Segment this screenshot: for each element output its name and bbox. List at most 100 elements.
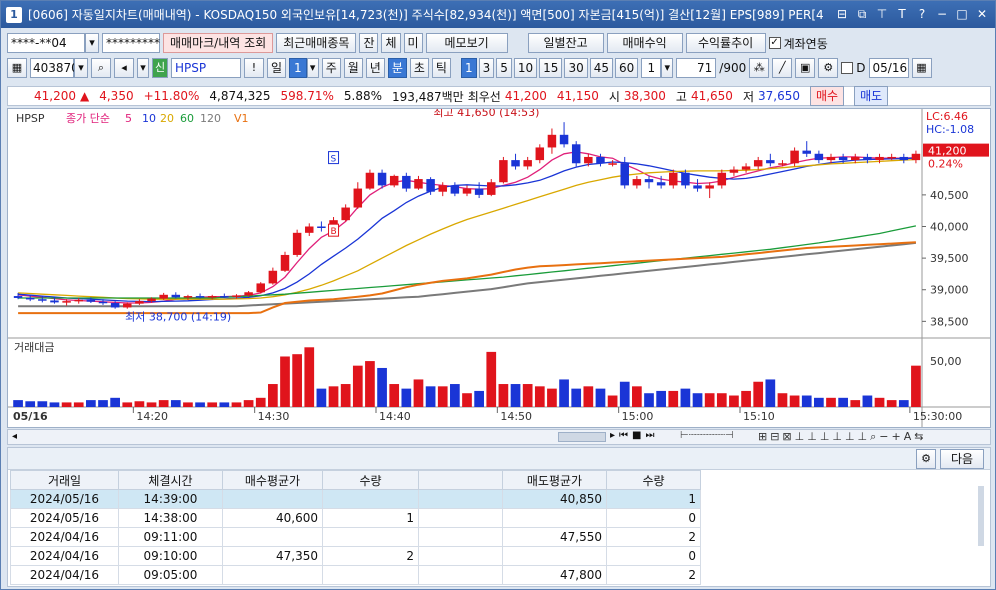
- playback-controls[interactable]: ▸⏮■⏭: [610, 430, 658, 441]
- table-row[interactable]: 2024/04/16 09:10:00 47,350 2 0: [10, 546, 701, 566]
- chart-scrollbar-row[interactable]: ◂ ▸⏮■⏭ ⊢┈┈┈┈┈┈⊣ ⊞⊟⊠⊥⊥⊥⊥⊥⊥⌕−+A⇆: [7, 429, 991, 445]
- memo-button[interactable]: 메모보기: [425, 33, 508, 53]
- title-bar[interactable]: 1 [0606] 자동일지차트(매매내역) - KOSDAQ150 외국인보유[…: [1, 1, 995, 28]
- date-checkbox[interactable]: [841, 62, 854, 74]
- indicator-icon[interactable]: ⁂: [749, 58, 770, 78]
- table-cell: 47,800: [502, 565, 607, 585]
- return-trend-button[interactable]: 수익률추이: [685, 33, 766, 53]
- candle-body: [632, 179, 642, 186]
- maximize-icon[interactable]: □: [953, 5, 971, 23]
- candle-body: [741, 166, 751, 170]
- volume-bar: [328, 386, 339, 407]
- chart-type-icon[interactable]: ▦: [7, 58, 27, 78]
- period-day-button[interactable]: 일: [267, 58, 287, 78]
- sound-icon[interactable]: ◂: [114, 58, 134, 78]
- candle-body: [608, 163, 617, 165]
- candle-body: [499, 160, 508, 183]
- trade-profit-button[interactable]: 매매수익: [606, 33, 683, 53]
- zoom-slider[interactable]: ⊢┈┈┈┈┈┈⊣: [680, 430, 734, 441]
- col-header-5: 매도평균가: [502, 470, 607, 490]
- candle-body: [559, 134, 569, 145]
- table-cell: 09:10:00: [118, 546, 223, 566]
- table-row[interactable]: 2024/05/16 14:38:00 40,600 1 0: [10, 508, 701, 528]
- price-change: 4,350: [99, 89, 134, 103]
- code-dropdown-icon[interactable]: ▾: [74, 58, 88, 78]
- trade-mark-view-button[interactable]: 매매마크/내역 조회: [163, 33, 274, 53]
- pin-icon[interactable]: ⊤: [873, 5, 891, 23]
- table-cell: 2: [322, 546, 419, 566]
- draw-tools[interactable]: ⊞⊟⊠⊥⊥⊥⊥⊥⊥⌕−+A⇆: [758, 430, 926, 444]
- scroll-thumb[interactable]: [558, 432, 606, 442]
- balance-button[interactable]: 잔: [359, 33, 379, 53]
- unexecuted-button[interactable]: 미: [403, 33, 423, 53]
- recent-trade-button[interactable]: 최근매매종목: [276, 33, 357, 53]
- calendar-icon[interactable]: ▦: [911, 58, 932, 78]
- account-dropdown-icon[interactable]: ▾: [85, 33, 99, 53]
- close-icon[interactable]: ✕: [973, 5, 991, 23]
- candle-body: [899, 156, 909, 161]
- text-icon[interactable]: T: [893, 5, 911, 23]
- sound-dropdown-icon[interactable]: ▾: [137, 58, 149, 78]
- volume-bar: [425, 386, 436, 407]
- minute-45-button[interactable]: 45: [589, 58, 614, 78]
- grid-settings-icon[interactable]: ⚙: [916, 449, 936, 469]
- period-tick-button[interactable]: 틱: [431, 58, 451, 78]
- daily-balance-button[interactable]: 일별잔고: [527, 33, 604, 53]
- table-cell: [502, 508, 607, 528]
- next-button[interactable]: 다음: [940, 449, 984, 469]
- help-icon[interactable]: ?: [913, 5, 931, 23]
- table-header-row: 거래일 체결시간 매수평균가 수량 매도평균가 수량: [10, 470, 701, 490]
- minute-10-button[interactable]: 10: [513, 58, 538, 78]
- buy-button[interactable]: 매수: [809, 86, 845, 106]
- copy-window-icon[interactable]: ⧉: [853, 5, 871, 23]
- minute-60-button[interactable]: 60: [615, 58, 639, 78]
- save-icon[interactable]: ▣: [795, 58, 816, 78]
- volume-bar: [450, 384, 460, 407]
- n-select[interactable]: 1: [641, 58, 662, 78]
- price-chart[interactable]: HPSP 종가 단순 5 10 20 60 120 V1 40,500 40,000 39,500 3…: [7, 106, 991, 428]
- grid-scrollbar[interactable]: [978, 486, 984, 546]
- up-arrow-icon: ▲: [80, 89, 90, 103]
- draw-tool-icon[interactable]: ╱: [772, 58, 793, 78]
- last-price-label: 41,200: [928, 145, 967, 158]
- period-week-button[interactable]: 주: [321, 58, 341, 78]
- period-minute-button[interactable]: 분: [387, 58, 407, 78]
- table-row[interactable]: 2024/04/16 09:05:00 47,800 2: [10, 565, 701, 585]
- stock-code-input[interactable]: 403870: [30, 58, 79, 78]
- candle-body: [681, 172, 690, 186]
- alert-button[interactable]: !: [244, 58, 264, 78]
- executed-button[interactable]: 체: [381, 33, 401, 53]
- minute-15-button[interactable]: 15: [539, 58, 563, 78]
- period-num-select[interactable]: 1: [289, 58, 307, 78]
- minute-30-button[interactable]: 30: [564, 58, 588, 78]
- scroll-left-icon[interactable]: ◂: [12, 431, 17, 442]
- link-icon[interactable]: ⊟: [833, 5, 851, 23]
- search-icon[interactable]: ⌕: [91, 58, 111, 78]
- period-month-button[interactable]: 월: [343, 58, 363, 78]
- date-input[interactable]: 05/16: [868, 58, 909, 78]
- minute-3-button[interactable]: 3: [478, 58, 495, 78]
- account-link-checkbox[interactable]: ✓: [768, 37, 781, 49]
- n-dropdown-icon[interactable]: ▾: [661, 58, 674, 78]
- sell-button[interactable]: 매도: [854, 86, 889, 106]
- candle-body: [38, 299, 47, 301]
- stock-name-field[interactable]: HPSP: [171, 58, 241, 78]
- account-input[interactable]: ****-**04: [7, 33, 85, 53]
- password-input[interactable]: *********: [102, 33, 160, 53]
- settings-icon[interactable]: ⚙: [818, 58, 839, 78]
- table-row[interactable]: 2024/05/16 14:39:00 40,850 1: [10, 489, 701, 509]
- volume-bar: [389, 384, 400, 407]
- minute-1-button[interactable]: 1: [460, 58, 477, 78]
- table-row[interactable]: 2024/04/16 09:11:00 47,550 2: [10, 527, 701, 547]
- period-year-button[interactable]: 년: [365, 58, 385, 78]
- minimize-icon[interactable]: −: [933, 5, 951, 23]
- candle-body: [487, 182, 496, 195]
- period-num-dropdown-icon[interactable]: ▾: [306, 58, 319, 78]
- chart-canvas[interactable]: HPSP 종가 단순 5 10 20 60 120 V1 40,500 40,000 39,500 3…: [8, 106, 990, 427]
- count-input[interactable]: 71: [676, 58, 717, 78]
- candle-body: [644, 179, 654, 183]
- volume-bar: [231, 402, 242, 407]
- price-tick-label: 40,000: [930, 221, 969, 234]
- minute-5-button[interactable]: 5: [496, 58, 512, 78]
- period-second-button[interactable]: 초: [409, 58, 429, 78]
